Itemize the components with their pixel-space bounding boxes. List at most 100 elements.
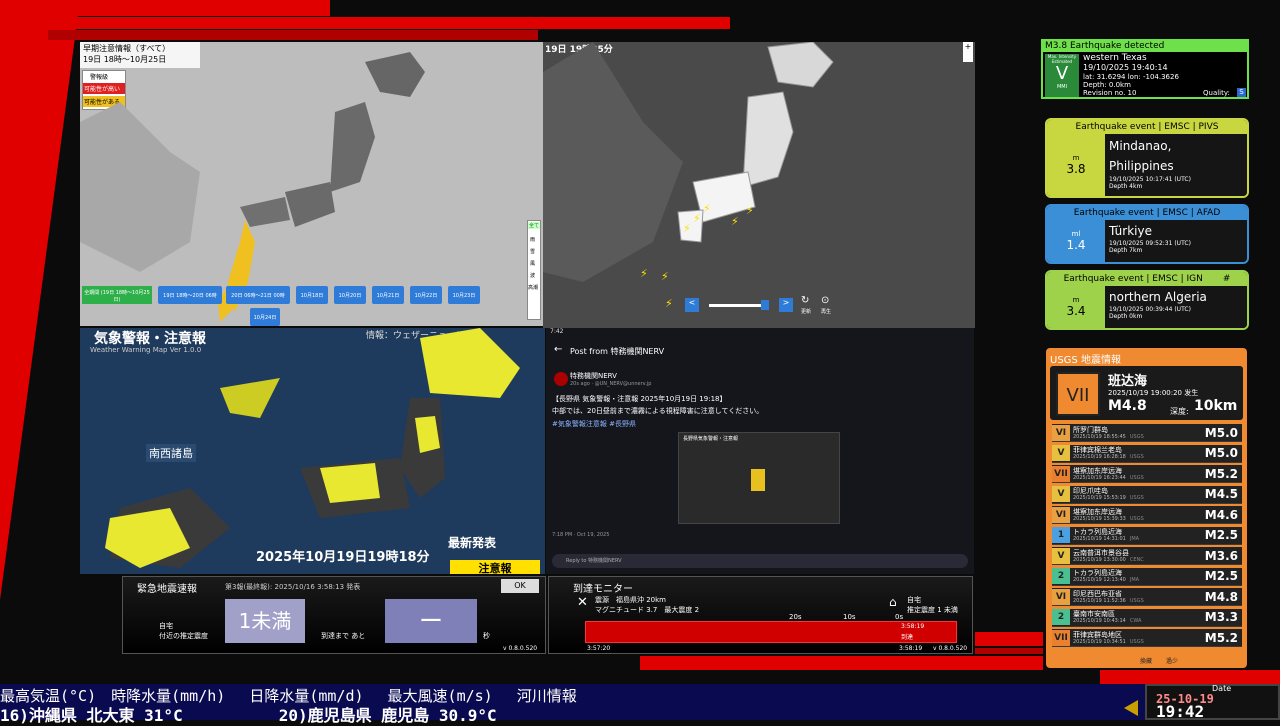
row-magnitude: M4.5 bbox=[1204, 487, 1238, 501]
event-place: Türkiye bbox=[1109, 224, 1152, 238]
zoom-control[interactable]: + bbox=[963, 42, 973, 62]
row-magnitude: M3.3 bbox=[1204, 610, 1238, 624]
list-item[interactable]: VI 所罗门群岛 2025/10/19 18:55:45 USGS M5.0 bbox=[1052, 424, 1242, 442]
filter-surge[interactable]: 高潮 bbox=[528, 284, 538, 291]
refresh-icon[interactable]: ↻ bbox=[801, 295, 809, 306]
list-item[interactable]: 1 トカラ列島近海 2025/10/19 14:31:01 JMA M2.5 bbox=[1052, 526, 1242, 545]
reply-input[interactable]: Reply to 特務機関NERV bbox=[552, 554, 968, 568]
red-stripe bbox=[975, 648, 1043, 654]
row-place: トカラ列島近海 bbox=[1073, 569, 1122, 577]
quality-value: S bbox=[1237, 88, 1246, 97]
intensity-value: V bbox=[1055, 63, 1069, 84]
footer-1: 換藏 bbox=[1140, 658, 1153, 665]
event-header: Earthquake event | EMSC | AFAD bbox=[1047, 206, 1247, 220]
row-magnitude: M4.6 bbox=[1204, 507, 1238, 522]
eew-report: 第3報(最終報): 2025/10/16 3:58:13 発表 bbox=[225, 583, 361, 591]
row-source: JMA bbox=[1129, 536, 1140, 542]
event-card[interactable]: Earthquake event | EMSC | IGN # m 3.4 nort… bbox=[1045, 270, 1249, 330]
play-label: 再生 bbox=[821, 309, 832, 315]
eew-version: v 0.8.0.520 bbox=[503, 645, 538, 652]
filter-wind[interactable]: 風 bbox=[530, 260, 535, 267]
period-button[interactable]: 20日 06時〜21日 00時 bbox=[226, 286, 290, 304]
intensity-value: 1未満 bbox=[225, 599, 305, 643]
main-mag: M4.8 bbox=[1108, 398, 1147, 414]
row-time: 2025/10/19 14:31:01 JMA bbox=[1073, 536, 1139, 542]
row-place: 堪察加东岸远海 bbox=[1073, 466, 1122, 475]
detected-place: western Texas bbox=[1083, 53, 1147, 63]
row-place: 菲律宾棉兰老岛 bbox=[1073, 446, 1122, 454]
footer-2: 過少 bbox=[1166, 658, 1179, 665]
row-time-value: 2025/10/19 14:31:01 bbox=[1073, 536, 1126, 542]
back-arrow-icon[interactable]: ← bbox=[554, 344, 562, 355]
date-button[interactable]: 10月22日 bbox=[410, 286, 442, 304]
svg-text:⚡: ⚡ bbox=[693, 212, 701, 225]
detected-panel: M3.8 Earthquake detected Max. Intensity … bbox=[1041, 39, 1249, 99]
event-place: Mindanao, Philippines bbox=[1109, 139, 1174, 173]
row-place: 印尼西巴布亚省 bbox=[1073, 589, 1122, 598]
event-header-text: Earthquake event | EMSC | IGN bbox=[1063, 274, 1203, 284]
account-name[interactable]: 特務機関NERV bbox=[570, 371, 617, 381]
list-item[interactable]: V 云南普洱市景谷县 2025/10/19 13:30:00 CENC M3.6 bbox=[1052, 547, 1242, 565]
intensity-badge: VI bbox=[1052, 588, 1070, 605]
list-item[interactable]: 2 トカラ列島近海 2025/10/19 12:13:40 JMA M2.5 bbox=[1052, 567, 1242, 586]
time-slider[interactable] bbox=[709, 304, 769, 307]
red-stripe bbox=[20, 17, 730, 29]
depth-value: 10km bbox=[1194, 398, 1238, 414]
list-item[interactable]: 2 臺南市安南區 2025/10/19 10:43:14 CWA M3.3 bbox=[1052, 608, 1242, 627]
intensity-badge: 2 bbox=[1052, 609, 1070, 625]
post-tags[interactable]: #気象警報注意報 #長野県 bbox=[552, 419, 636, 429]
row-time: 2025/10/19 16:28:18 USGS bbox=[1073, 454, 1144, 460]
list-item[interactable]: VII 堪察加东岸远海 2025/10/19 16:23:44 USGS M5.2 bbox=[1052, 465, 1242, 483]
filter-wave[interactable]: 波 bbox=[530, 272, 535, 279]
next-button[interactable]: > bbox=[779, 298, 793, 312]
list-item[interactable]: VI 堪察加东岸远海 2025/10/19 15:39:33 USGS M4.6 bbox=[1052, 506, 1242, 524]
main-place: 班达海 bbox=[1108, 374, 1148, 389]
event-card[interactable]: Earthquake event | EMSC | AFAD ml 1.4 Tür… bbox=[1045, 204, 1249, 264]
ok-button[interactable]: OK bbox=[501, 579, 539, 593]
event-card[interactable]: Earthquake event | EMSC | PIVS m 3.8 Mind… bbox=[1045, 118, 1249, 198]
filter-all[interactable]: 全て bbox=[528, 222, 540, 229]
play-icon[interactable]: ⊙ bbox=[821, 295, 829, 306]
weather-warning-map: 気象警報・注意報 Weather Warning Map Ver 1.0.0 情… bbox=[80, 328, 545, 574]
list-item[interactable]: V 印尼爪哇岛 2025/10/19 15:53:19 USGS M4.5 bbox=[1052, 485, 1242, 504]
slider-handle[interactable] bbox=[761, 300, 769, 310]
period-button[interactable]: 19日 18時〜20日 06時 bbox=[158, 286, 222, 304]
date-button[interactable]: 10月23日 bbox=[448, 286, 480, 304]
latest-label: 最新発表 bbox=[448, 536, 497, 550]
filter-snow[interactable]: 雪 bbox=[530, 248, 535, 255]
japan-map bbox=[80, 52, 425, 322]
date-button[interactable]: 10月24日 bbox=[250, 308, 280, 326]
warning-datetime: 2025年10月19日19時18分 bbox=[256, 550, 430, 565]
date-button[interactable]: 10月18日 bbox=[296, 286, 328, 304]
date-button[interactable]: 10月20日 bbox=[334, 286, 366, 304]
all-period-button[interactable]: 全期間 (19日 18時〜10月25日) bbox=[82, 286, 152, 304]
post-image[interactable]: 長野県気象警報・注意報 bbox=[678, 432, 840, 524]
tick-label: 10s bbox=[843, 613, 856, 621]
filter-rain[interactable]: 雨 bbox=[530, 236, 535, 243]
row-time-value: 2025/10/19 12:13:40 bbox=[1073, 577, 1126, 583]
hash-icon: # bbox=[1222, 274, 1231, 284]
list-item[interactable]: V 菲律宾棉兰老岛 2025/10/19 16:28:18 USGS M5.0 bbox=[1052, 444, 1242, 463]
list-item[interactable]: VII 菲律宾群岛地区 2025/10/19 10:34:51 USGS M5.2 bbox=[1052, 629, 1242, 647]
row-source: USGS bbox=[1129, 454, 1144, 460]
avatar bbox=[554, 372, 568, 386]
arrow-icon bbox=[1124, 700, 1138, 716]
mag-scale: m bbox=[1072, 154, 1080, 162]
list-item[interactable]: VI 印尼西巴布亚省 2025/10/19 11:52:36 USGS M4.8 bbox=[1052, 588, 1242, 606]
event-header: Earthquake event | EMSC | IGN # bbox=[1047, 272, 1247, 286]
prev-button[interactable]: < bbox=[685, 298, 699, 312]
post-view[interactable]: 7:42 ← Post from 特務機関NERV 特務機関NERV 20s a… bbox=[546, 328, 974, 574]
end-time: 3:58:19 bbox=[899, 645, 923, 652]
main-time: 2025/10/19 19:00:20 发生 bbox=[1108, 389, 1199, 397]
date-button[interactable]: 10月21日 bbox=[372, 286, 404, 304]
lightning-map[interactable]: 19日 19時35分 ⚡ ⚡ ⚡ ⚡ ⚡ ⚡ ⚡ ⚡ + < > ↻ 更新 ⊙ 再生 bbox=[543, 42, 975, 328]
detected-revision: Revision no. 10 bbox=[1083, 89, 1137, 97]
early-warning-map[interactable]: 早期注意情報（すべて） 19日 18時〜10月25日 警報級 可能性が高い 可能… bbox=[80, 42, 543, 326]
row-time-value: 2025/10/19 10:34:51 bbox=[1073, 638, 1126, 645]
post-line2: 中部では、20日昼前まで濃霧による視程障害に注意してください。 bbox=[552, 407, 764, 415]
home-label: 自宅 bbox=[159, 622, 173, 630]
event-header: Earthquake event | EMSC | PIVS bbox=[1047, 120, 1247, 134]
detected-coords: lat: 31.6294 lon: -104.3626 bbox=[1083, 73, 1179, 81]
row-magnitude: M5.2 bbox=[1204, 630, 1238, 645]
red-stripe bbox=[640, 656, 1043, 670]
